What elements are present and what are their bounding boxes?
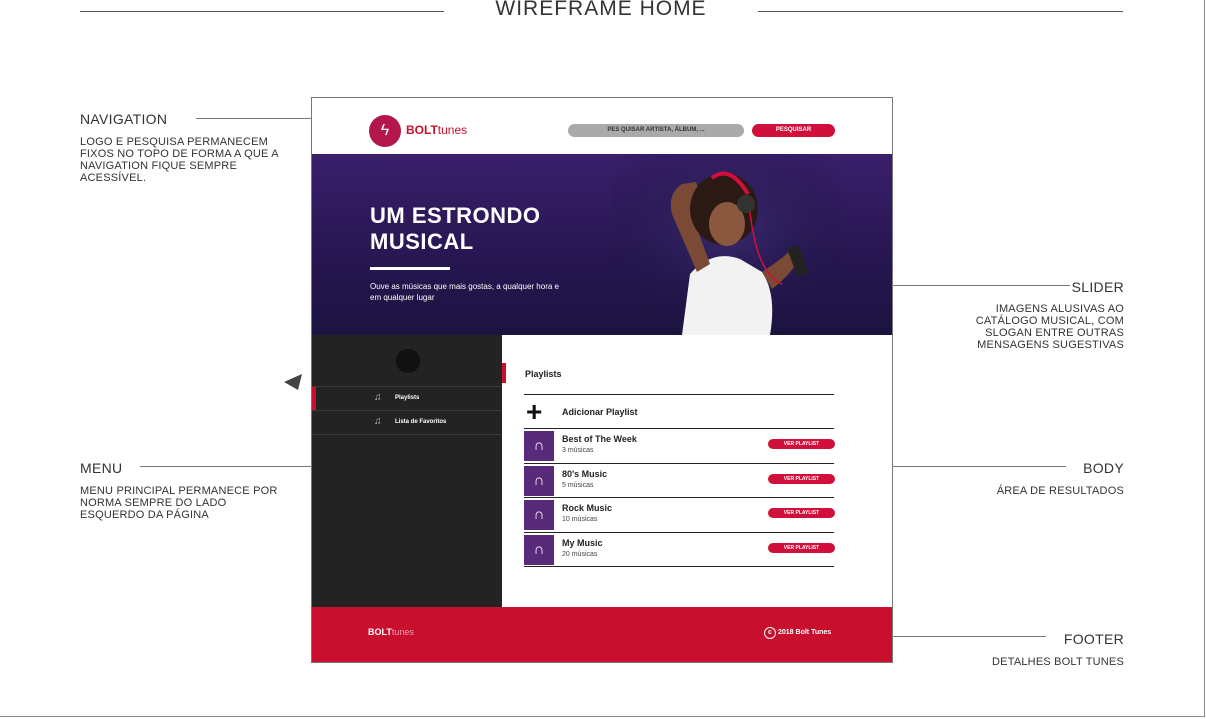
- sidebar-item-label: Playlists: [395, 395, 420, 401]
- body-leader-line: [866, 466, 1066, 467]
- mockup-navigation: ϟ BOLTtunes PES QUISAR ARTISTA, ÁLBUM, .…: [312, 98, 892, 154]
- title-rule-right: [758, 11, 1123, 12]
- search-button[interactable]: PESQUISAR: [752, 124, 835, 137]
- brand-logo[interactable]: BOLTtunes: [406, 123, 467, 137]
- slider-subtitle: Ouve as músicas que mais gostas, a qualq…: [370, 282, 559, 302]
- copyright: c 2018 Bolt Tunes: [764, 627, 831, 639]
- slider-divider: [370, 267, 450, 270]
- list-item: ∩ My Music 20 músicas VER PLAYLIST: [524, 533, 836, 566]
- annotation-footer-title: FOOTER: [1063, 631, 1124, 647]
- annotation-body-title: BODY: [1083, 460, 1124, 476]
- add-playlist-button[interactable]: Adicionar Playlist: [562, 407, 638, 417]
- wireframe-board: WIREFRAME HOME NAVIGATION LOGO E PESQUIS…: [0, 0, 1205, 717]
- copyright-text: 2018 Bolt Tunes: [778, 629, 832, 636]
- headphones-icon: ∩: [524, 500, 554, 530]
- annotation-navigation-desc: LOGO E PESQUISA PERMANECEM FIXOS NO TOPO…: [80, 136, 279, 184]
- playlist-count: 20 músicas: [562, 551, 598, 558]
- sidebar-item-label: Lista de Favoritos: [395, 419, 447, 425]
- bolt-logo-icon[interactable]: ϟ: [369, 115, 401, 147]
- playlist-count: 5 músicas: [562, 482, 594, 489]
- title-rule-left: [80, 11, 444, 12]
- sidebar-item-favoritos[interactable]: ♫ Lista de Favoritos: [312, 410, 502, 435]
- website-mockup: ϟ BOLTtunes PES QUISAR ARTISTA, ÁLBUM, .…: [311, 97, 893, 663]
- menu-leader-line: [140, 466, 338, 467]
- footer-logo-light: tunes: [391, 627, 414, 637]
- playlist-name: Best of The Week: [562, 434, 637, 444]
- annotation-body-desc: ÁREA DE RESULTADOS: [996, 485, 1124, 497]
- list-item: ∩ Best of The Week 3 músicas VER PLAYLIS…: [524, 429, 836, 462]
- headphones-icon: ∩: [524, 431, 554, 461]
- view-playlist-button[interactable]: VER PLAYLIST: [768, 508, 835, 518]
- hero-slider[interactable]: UM ESTRONDO MUSICAL Ouve as músicas que …: [312, 154, 892, 335]
- list-item: ∩ Rock Music 10 músicas VER PLAYLIST: [524, 498, 836, 531]
- headphones-icon: ∩: [524, 535, 554, 565]
- footer-logo-bold: BOLT: [368, 627, 392, 637]
- footer-leader-line: [866, 636, 1046, 637]
- sidebar-menu: ♫ Playlists ♫ Lista de Favoritos: [312, 335, 502, 607]
- music-note-icon: ♫: [374, 392, 382, 403]
- headphones-icon: ∩: [524, 466, 554, 496]
- annotation-menu-desc: MENU PRINCIPAL PERMANECE POR NORMA SEMPR…: [80, 485, 278, 521]
- cursor-arrow-icon: [284, 374, 302, 390]
- copyright-icon: c: [764, 627, 776, 639]
- playlist-count: 3 músicas: [562, 447, 594, 454]
- list-item: ∩ 80's Music 5 músicas VER PLAYLIST: [524, 464, 836, 497]
- playlist-name: My Music: [562, 538, 603, 548]
- playlist-name: Rock Music: [562, 503, 613, 513]
- mockup-footer: BOLTtunes c 2018 Bolt Tunes: [312, 607, 892, 662]
- sidebar-item-playlists[interactable]: ♫ Playlists: [312, 386, 502, 410]
- annotation-slider-desc: IMAGENS ALUSIVAS AO CATÁLOGO MUSICAL, CO…: [975, 303, 1124, 351]
- divider: [524, 394, 834, 395]
- annotation-slider-title: SLIDER: [1071, 279, 1124, 295]
- hero-photo: [612, 154, 842, 335]
- brand-logo-light: tunes: [437, 123, 468, 137]
- view-playlist-button[interactable]: VER PLAYLIST: [768, 474, 835, 484]
- results-body: Playlists + Adicionar Playlist ∩ Best of…: [502, 335, 892, 607]
- annotation-menu-title: MENU: [80, 460, 123, 476]
- section-marker: [502, 363, 506, 383]
- section-title: Playlists: [525, 369, 562, 379]
- music-note-icon: ♫: [374, 416, 382, 427]
- page-title: WIREFRAME HOME: [495, 0, 707, 20]
- footer-logo[interactable]: BOLTtunes: [368, 627, 414, 637]
- view-playlist-button[interactable]: VER PLAYLIST: [768, 439, 835, 449]
- brand-logo-bold: BOLT: [406, 123, 438, 137]
- search-input[interactable]: PES QUISAR ARTISTA, ÁLBUM, ...: [568, 124, 744, 137]
- plus-icon[interactable]: +: [526, 398, 542, 426]
- divider: [524, 566, 834, 567]
- avatar[interactable]: [396, 349, 420, 373]
- annotation-navigation-title: NAVIGATION: [80, 111, 168, 127]
- playlist-name: 80's Music: [562, 469, 608, 479]
- view-playlist-button[interactable]: VER PLAYLIST: [768, 543, 835, 553]
- slider-heading: UM ESTRONDO MUSICAL: [370, 203, 541, 254]
- annotation-footer-desc: DETALHES BOLT TUNES: [992, 656, 1124, 668]
- playlist-count: 10 músicas: [562, 516, 598, 523]
- active-indicator: [312, 387, 316, 410]
- slider-leader-line: [866, 285, 1070, 286]
